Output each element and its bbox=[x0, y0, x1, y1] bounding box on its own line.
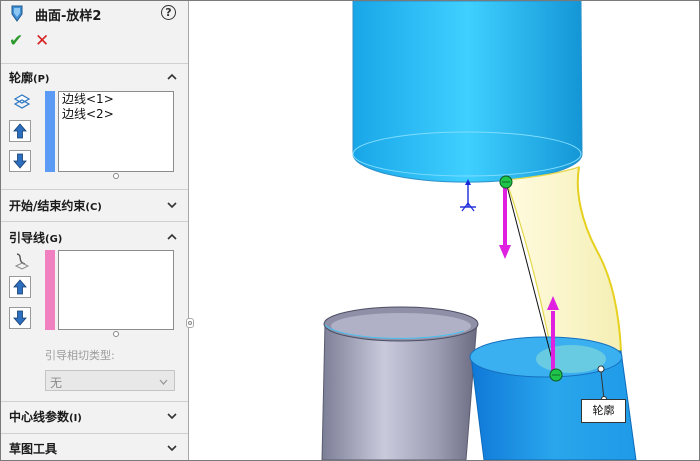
callout-anchor bbox=[597, 365, 605, 373]
coordinate-triad-icon bbox=[460, 179, 476, 212]
application-window: 曲面-放样2 ? ✔ ✕ 轮廓(P) 边线<1> 边线<2> 开始/结束约束(C… bbox=[0, 0, 700, 461]
profile-color-bar bbox=[45, 91, 55, 172]
profiles-header[interactable]: 轮廓(P) bbox=[9, 69, 50, 86]
profile-icon bbox=[13, 94, 31, 109]
guides-listbox[interactable] bbox=[58, 250, 174, 330]
chevron-down-icon[interactable] bbox=[165, 198, 179, 212]
property-manager: 曲面-放样2 ? ✔ ✕ 轮廓(P) 边线<1> 边线<2> 开始/结束约束(C… bbox=[1, 1, 189, 460]
help-icon[interactable]: ? bbox=[161, 5, 176, 20]
profiles-section: 轮廓(P) 边线<1> 边线<2> bbox=[1, 63, 188, 190]
chevron-down-icon bbox=[159, 379, 168, 385]
guide-color-bar bbox=[45, 250, 55, 330]
guide-tangency-select[interactable]: 无 bbox=[45, 370, 175, 391]
list-item[interactable]: 边线<1> bbox=[59, 92, 173, 107]
sketch-tools-section: 草图工具 bbox=[1, 433, 188, 460]
start-end-constraints-section: 开始/结束约束(C) bbox=[1, 189, 188, 222]
chevron-down-icon[interactable] bbox=[165, 441, 179, 455]
profiles-listbox[interactable]: 边线<1> 边线<2> bbox=[58, 91, 174, 172]
surface-loft-icon bbox=[11, 5, 23, 22]
arrow-down-icon bbox=[13, 310, 27, 326]
feature-title: 曲面-放样2 bbox=[35, 9, 102, 24]
chevron-down-icon[interactable] bbox=[165, 409, 179, 423]
upper-cylinder[interactable] bbox=[352, 1, 583, 183]
list-item[interactable]: 边线<2> bbox=[59, 107, 173, 122]
centerline-header[interactable]: 中心线参数(I) bbox=[9, 408, 82, 425]
guides-header[interactable]: 引导线(G) bbox=[9, 229, 62, 246]
centerline-section: 中心线参数(I) bbox=[1, 401, 188, 434]
feature-title-row: 曲面-放样2 ? bbox=[1, 1, 188, 27]
tangent-arrow-top[interactable] bbox=[499, 188, 511, 259]
guide-tangency-label: 引导相切类型: bbox=[45, 349, 115, 362]
graphics-viewport[interactable] bbox=[189, 1, 699, 460]
arrow-up-icon bbox=[13, 279, 27, 295]
gray-cylinder[interactable] bbox=[321, 306, 479, 460]
profile-callout[interactable]: 轮廓 bbox=[581, 399, 626, 423]
guide-tangency-value: 无 bbox=[50, 376, 63, 390]
ok-button[interactable]: ✔ bbox=[9, 32, 23, 50]
cancel-button[interactable]: ✕ bbox=[35, 32, 49, 50]
arrow-up-icon bbox=[13, 123, 27, 139]
move-down-button[interactable] bbox=[9, 150, 31, 172]
arrow-down-icon bbox=[13, 153, 27, 169]
move-down-button[interactable] bbox=[9, 307, 31, 329]
guide-curve-icon bbox=[14, 253, 30, 270]
list-resize-handle[interactable] bbox=[113, 173, 119, 179]
sketch-tools-header[interactable]: 草图工具 bbox=[9, 440, 57, 457]
move-up-button[interactable] bbox=[9, 120, 31, 142]
move-up-button[interactable] bbox=[9, 276, 31, 298]
chevron-up-icon[interactable] bbox=[165, 230, 179, 244]
chevron-up-icon[interactable] bbox=[165, 70, 179, 84]
list-resize-handle[interactable] bbox=[113, 331, 119, 337]
start-end-header[interactable]: 开始/结束约束(C) bbox=[9, 197, 102, 214]
